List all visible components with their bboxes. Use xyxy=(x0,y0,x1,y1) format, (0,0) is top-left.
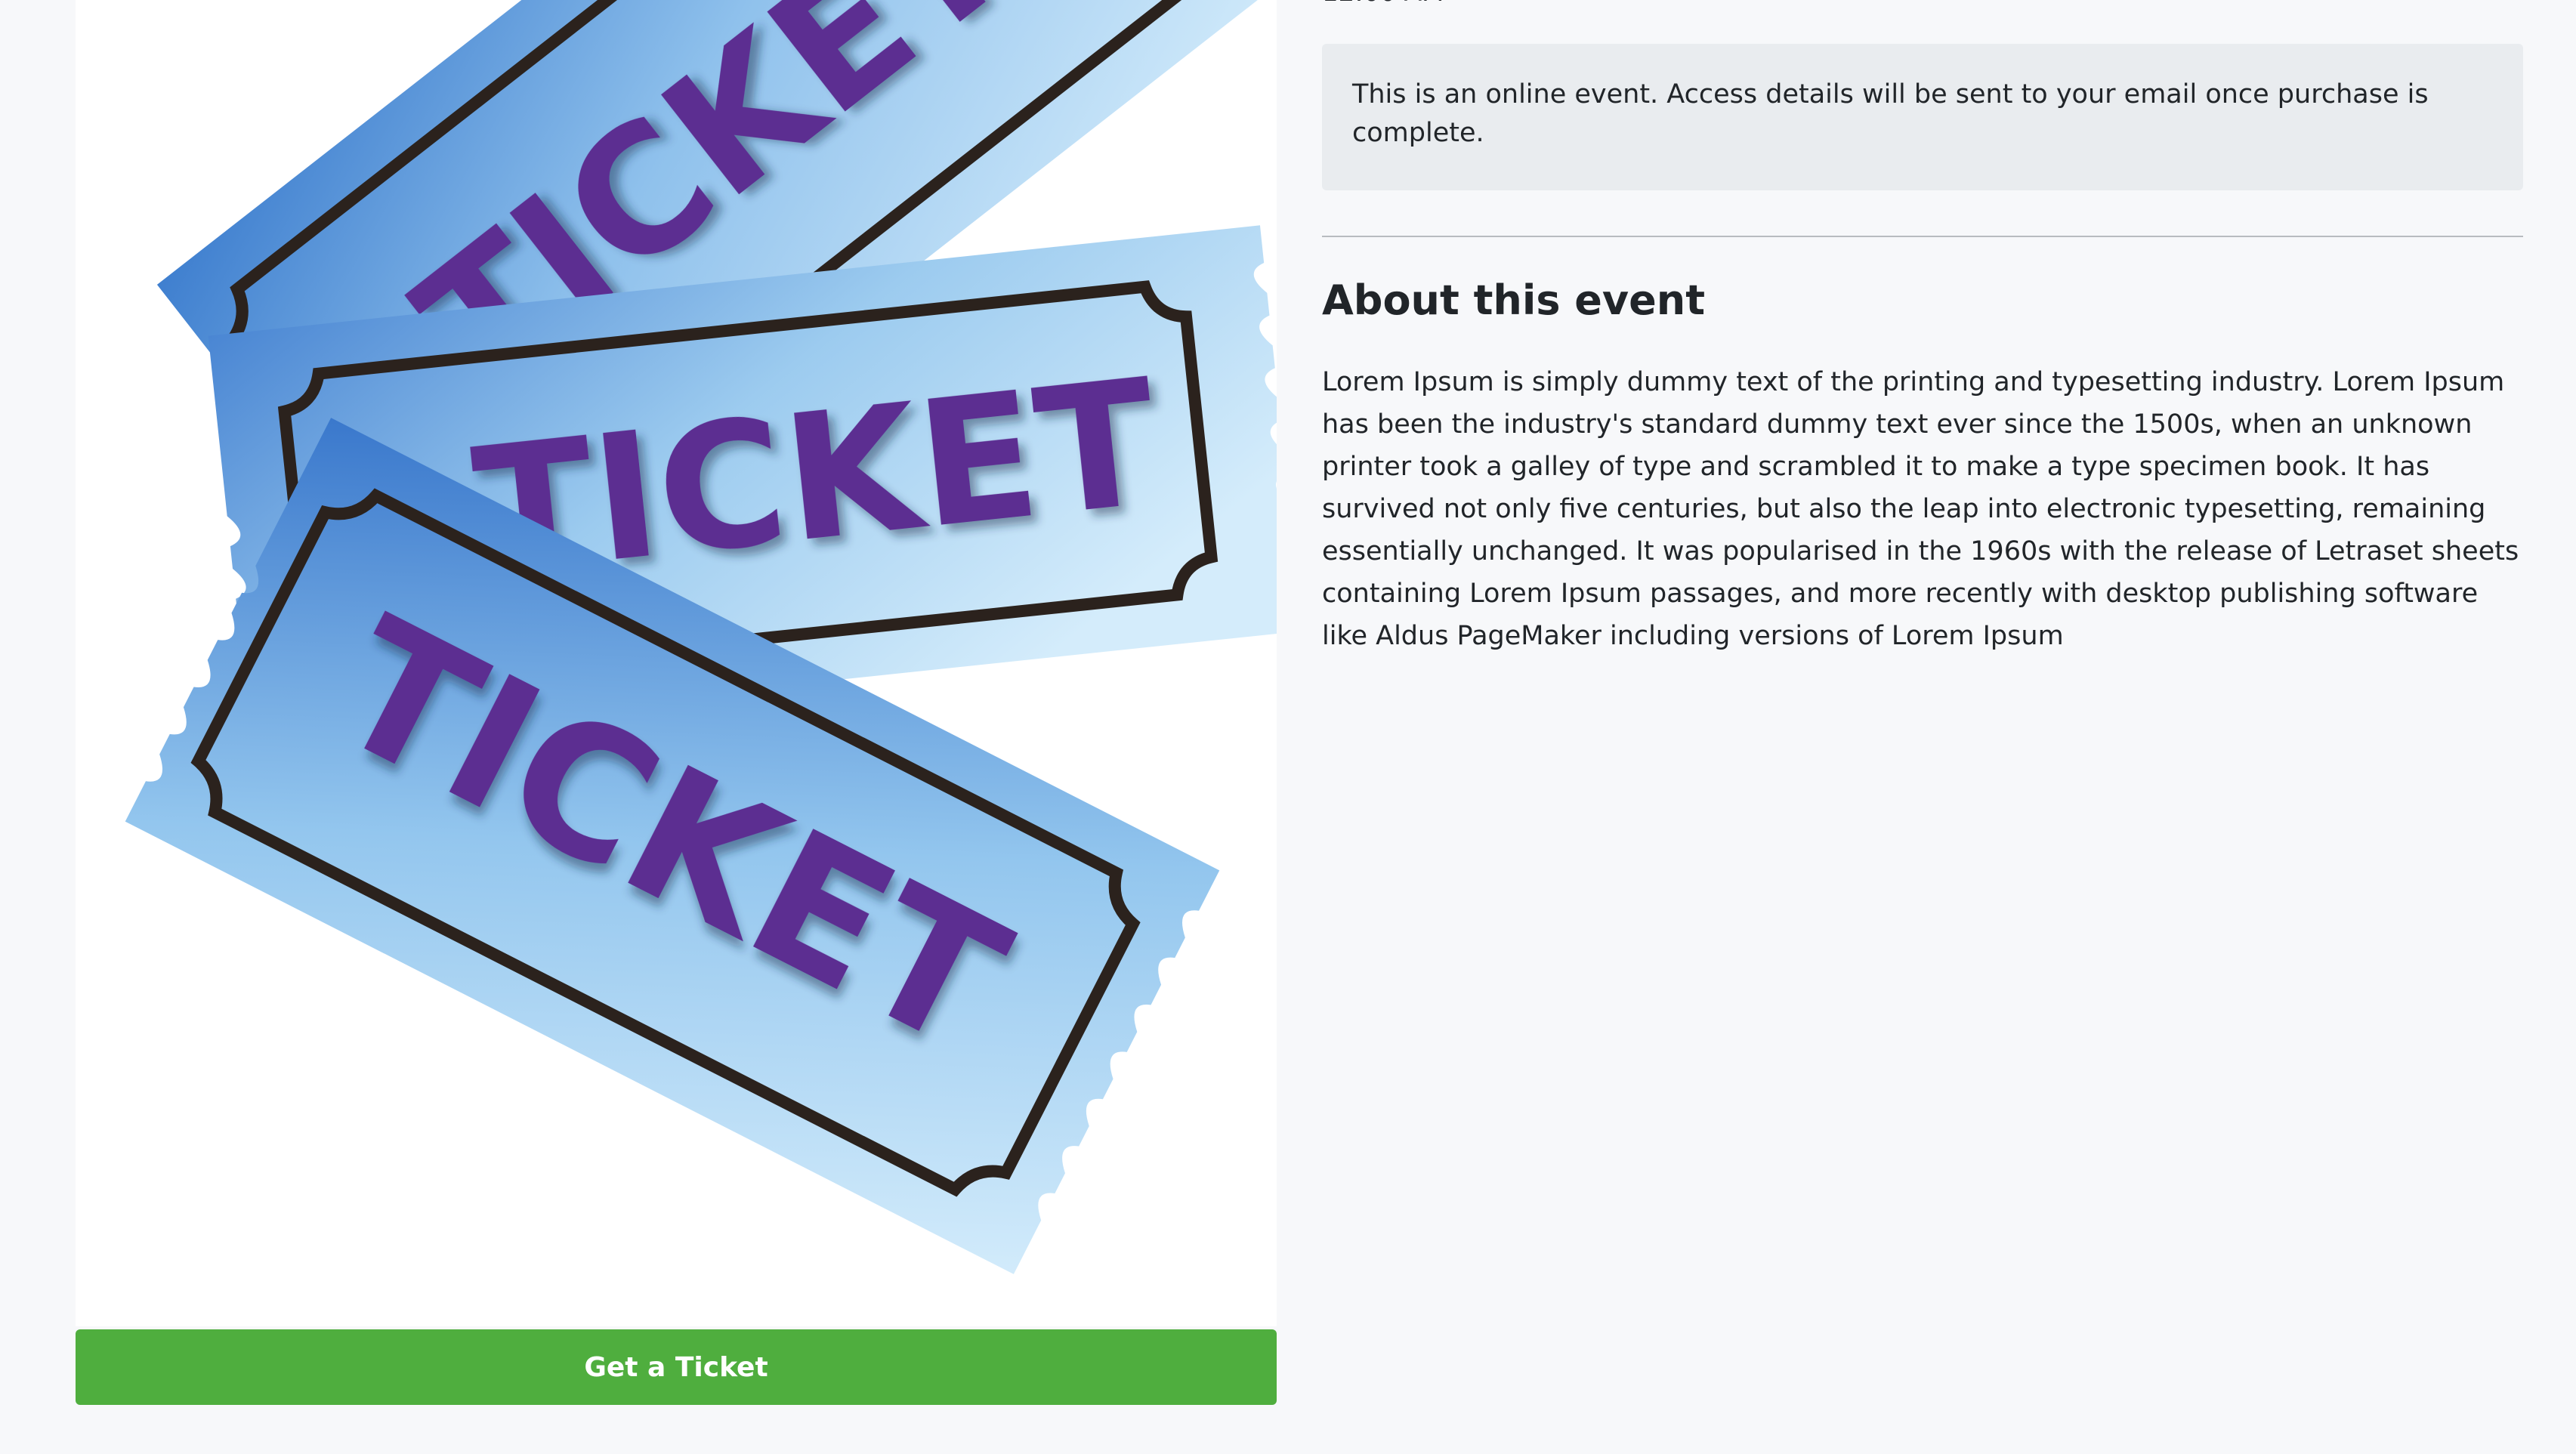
about-description: Lorem Ipsum is simply dummy text of the … xyxy=(1322,367,2519,651)
event-media-column: TICKET TICKET TICKET Get a Ticket xyxy=(76,0,1277,1405)
online-event-notice: This is an online event. Access details … xyxy=(1322,44,2523,190)
event-time: 12:00 AM xyxy=(1322,0,1444,8)
event-image: TICKET TICKET TICKET xyxy=(76,0,1277,1326)
event-details-column: 12:00 AM This is an online event. Access… xyxy=(1322,0,2523,1454)
section-divider xyxy=(1322,236,2523,237)
get-ticket-button[interactable]: Get a Ticket xyxy=(76,1329,1277,1405)
about-heading: About this event xyxy=(1322,276,1706,324)
